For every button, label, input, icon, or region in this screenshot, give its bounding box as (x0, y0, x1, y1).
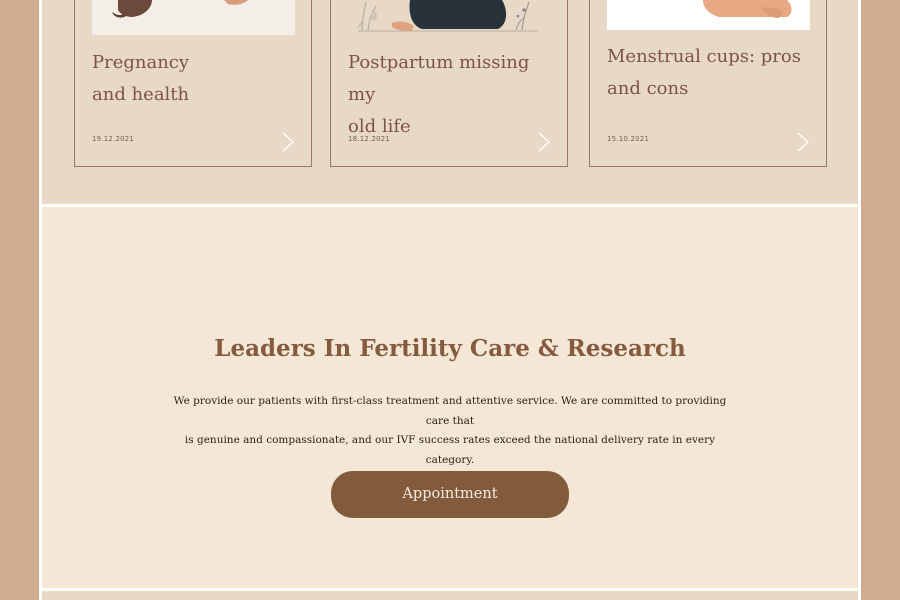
article-title-line: Pregnancy (92, 52, 190, 73)
article-date: 19.12.2021 (92, 135, 135, 143)
article-image-pregnancy (92, 0, 295, 35)
description-line: is genuine and compassionate, and our IV… (184, 434, 716, 466)
article-date: 15.10.2021 (607, 135, 650, 143)
next-section-edge (42, 591, 858, 600)
article-title-line: and cons (607, 78, 689, 99)
article-title-line: Postpartum missing my (348, 52, 530, 105)
articles-section: Pregnancy and health 19.12.2021 Postpart… (42, 0, 858, 204)
article-card-menstrual-cups[interactable]: Menstrual cups: pros and cons 15.10.2021 (589, 0, 827, 167)
chevron-right-icon[interactable] (533, 131, 553, 153)
article-title-line: Menstrual cups: pros (607, 46, 801, 67)
section-heading: Leaders In Fertility Care & Research (214, 335, 686, 362)
article-card-pregnancy[interactable]: Pregnancy and health 19.12.2021 (74, 0, 312, 167)
menstrual-cups-illustration (607, 0, 810, 30)
chevron-right-icon[interactable] (277, 131, 297, 153)
chevron-right-icon[interactable] (792, 131, 812, 153)
fertility-care-section: Leaders In Fertility Care & Research We … (42, 207, 858, 588)
article-card-postpartum[interactable]: Postpartum missing my old life 18.12.202… (330, 0, 568, 167)
article-title-line: and health (92, 84, 190, 105)
description-line: We provide our patients with first-class… (173, 395, 727, 427)
article-title: Menstrual cups: pros and cons (607, 41, 812, 105)
article-date: 18.12.2021 (348, 135, 391, 143)
pregnancy-illustration (92, 0, 295, 35)
article-image-postpartum (348, 0, 551, 33)
section-description: We provide our patients with first-class… (165, 392, 735, 470)
article-image-menstrual-cups (607, 0, 810, 30)
postpartum-illustration (348, 0, 551, 33)
article-title: Postpartum missing my old life (348, 47, 553, 143)
article-title: Pregnancy and health (92, 47, 297, 111)
appointment-button[interactable]: Appointment (331, 471, 569, 518)
